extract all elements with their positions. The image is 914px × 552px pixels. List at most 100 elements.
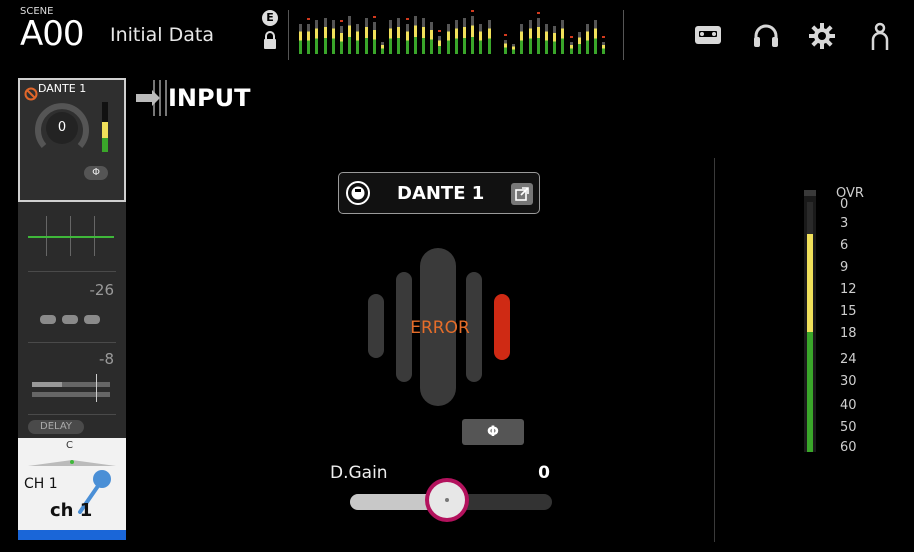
gain-value: 0 <box>57 120 67 135</box>
meter-bridge-bar <box>372 22 376 54</box>
input-page-icon <box>134 76 168 124</box>
meter-bridge-peak <box>405 18 409 20</box>
meter-scale-label: 3 <box>840 216 849 231</box>
meter-scale: OVR 0 3 6 9 12 15 18 24 30 40 50 60 <box>836 186 876 456</box>
meter-bridge-bar <box>364 18 368 54</box>
input-port-button[interactable]: DANTE 1 <box>338 172 540 214</box>
meter-bridge-bar <box>528 20 532 54</box>
dgain-slider-knob[interactable] <box>428 482 465 518</box>
meter-scale-label: 9 <box>840 260 849 275</box>
meter-bridge-bar <box>397 18 401 54</box>
meter-bridge-bar <box>512 44 516 54</box>
headphones-icon[interactable] <box>753 24 779 52</box>
meter-green-segment <box>807 332 813 452</box>
meter-bridge-peak <box>340 20 343 22</box>
meter-bridge-bar <box>405 24 409 54</box>
meter-bridge-bar <box>569 42 573 54</box>
strip-delay-button[interactable]: DELAY <box>28 420 84 434</box>
meter-bridge-bar <box>323 18 327 54</box>
meter-scale-label: 18 <box>840 326 857 341</box>
dynamics2-value: -8 <box>99 350 114 368</box>
strip-input-meter <box>102 102 108 152</box>
phase-button[interactable]: Φ <box>462 419 524 445</box>
strip-dynamics1-section[interactable]: -26 <box>18 273 126 341</box>
meter-bridge-bar <box>340 26 343 54</box>
meter-bridge-bar <box>463 18 466 54</box>
strip-eq-section[interactable] <box>18 204 126 270</box>
meter-scale-label: 15 <box>840 304 857 319</box>
meter-bridge-bar <box>602 42 606 54</box>
meter-bridge-bar <box>438 36 442 54</box>
meter-bridge-bar <box>586 24 589 54</box>
strip-channel-name-section[interactable]: C CH 1 ch 1 <box>18 438 126 540</box>
meter-bridge-peak <box>307 18 311 20</box>
user-icon[interactable] <box>870 22 890 56</box>
dgain-label: D.Gain <box>330 463 388 483</box>
meter-scale-label: 40 <box>840 398 857 413</box>
scene-number[interactable]: A00 <box>20 14 85 54</box>
eq-curve <box>28 236 114 238</box>
meter-yellow-segment <box>807 234 813 332</box>
meter-scale-label: 6 <box>840 238 849 253</box>
meter-bridge-bar <box>479 24 483 54</box>
dgain-slider[interactable] <box>350 482 552 518</box>
recorder-icon[interactable] <box>694 25 722 49</box>
meter-bridge-peak <box>471 10 475 12</box>
input-port-label: DANTE 1 <box>397 183 485 204</box>
dgain-value: 0 <box>538 463 550 483</box>
dynamics1-threshold: -26 <box>89 281 115 299</box>
page-title: INPUT <box>168 84 251 112</box>
meter-bridge-bar <box>520 24 524 54</box>
lock-icon[interactable] <box>263 30 277 50</box>
meter-scale-label: 12 <box>840 282 857 297</box>
selected-channel-strip[interactable]: DANTE 1 0 Φ -26 -8 DELAY C CH 1 ch 1 <box>18 78 126 540</box>
top-bar: SCENE A00 Initial Data E <box>0 0 914 64</box>
strip-port-label: DANTE 1 <box>38 82 87 95</box>
meter-scale-label: 50 <box>840 420 857 435</box>
meter-scale-label: 0 <box>840 197 849 212</box>
meter-bridge-peak <box>504 34 507 36</box>
meter-bridge[interactable] <box>288 10 624 60</box>
channel-color-bar <box>18 530 126 540</box>
meter-bridge-bar <box>315 20 319 54</box>
input-status-text: ERROR <box>410 318 470 338</box>
panel-divider <box>714 158 715 542</box>
meter-bridge-bar <box>381 42 384 54</box>
meter-bridge-bar <box>307 24 311 54</box>
input-level-meter <box>804 190 816 452</box>
meter-bridge-bar <box>471 16 475 54</box>
meter-bridge-bar <box>430 22 434 54</box>
port-jack-icon <box>345 180 371 210</box>
meter-scale-label: 24 <box>840 352 857 367</box>
pan-indicator[interactable] <box>28 452 116 466</box>
pan-label: C <box>66 440 73 451</box>
meter-scale-label: 60 <box>840 440 857 455</box>
meter-bridge-bar <box>446 24 450 54</box>
meter-bridge-peak <box>438 30 442 32</box>
meter-bridge-bar <box>413 16 417 54</box>
meter-bridge-bar <box>553 26 557 54</box>
meter-bridge-peak <box>569 36 573 38</box>
gear-icon[interactable] <box>808 22 836 54</box>
strip-input-section[interactable]: DANTE 1 0 Φ <box>18 78 126 202</box>
strip-dynamics2-section[interactable]: -8 <box>18 344 126 414</box>
meter-bridge-bar <box>454 20 458 54</box>
meter-bridge-peak <box>602 36 606 38</box>
meter-bridge-bar <box>594 20 598 54</box>
meter-bridge-bar <box>545 24 548 54</box>
user-level-badge[interactable]: E <box>262 10 278 26</box>
channel-number: CH 1 <box>24 476 58 492</box>
scene-name[interactable]: Initial Data <box>110 24 214 46</box>
meter-bridge-bar <box>536 18 540 54</box>
meter-bridge-bar <box>389 20 393 54</box>
meter-bridge-bar <box>561 20 565 54</box>
meter-bridge-bar <box>331 20 335 54</box>
meter-bridge-peak <box>372 16 376 18</box>
meter-bridge-bar <box>577 32 581 54</box>
external-link-icon[interactable] <box>511 183 533 205</box>
strip-phase-button[interactable]: Φ <box>84 166 108 180</box>
meter-bridge-bar <box>422 18 425 54</box>
meter-bridge-bar <box>356 24 360 54</box>
meter-bridge-bar <box>348 16 352 54</box>
meter-scale-label: 30 <box>840 374 857 389</box>
